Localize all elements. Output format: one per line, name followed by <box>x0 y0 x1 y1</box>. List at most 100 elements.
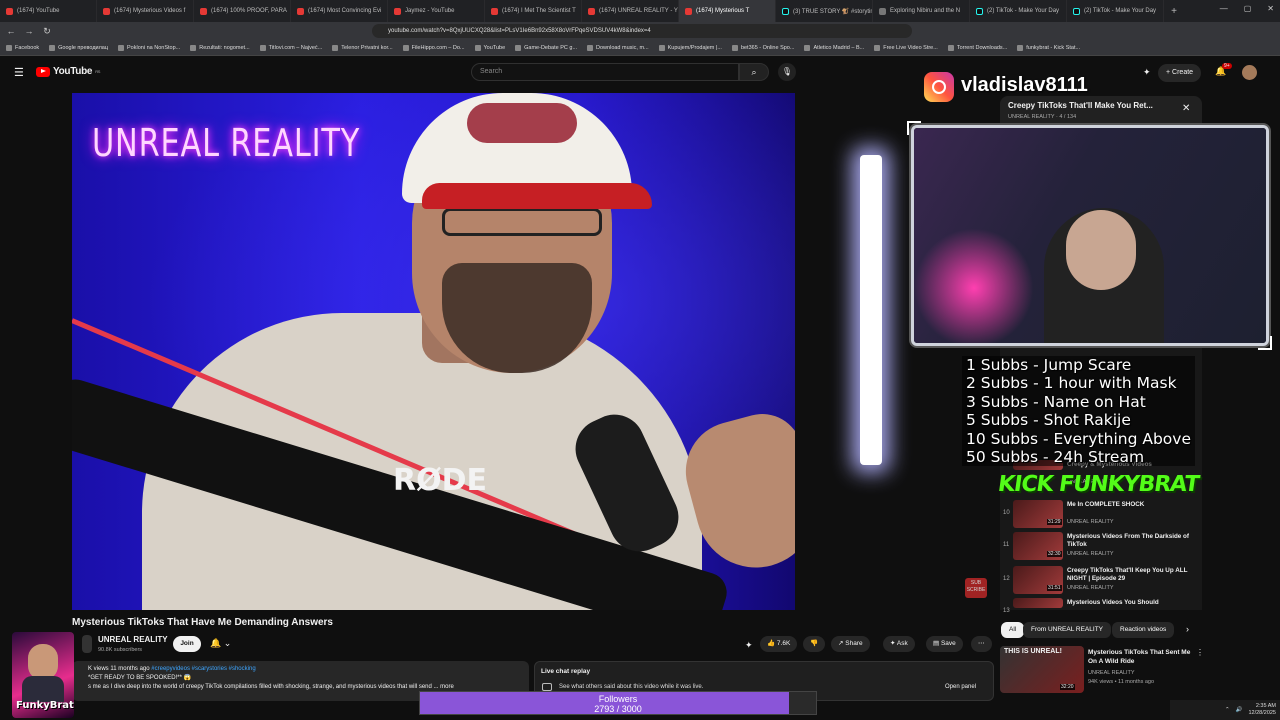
new-tab-icon[interactable]: + <box>1164 6 1184 17</box>
bookmark-item[interactable]: Pokloni na NonStop... <box>118 44 180 51</box>
playlist-duration: 31:29 <box>1047 519 1062 525</box>
browser-tab[interactable]: (2) TikTok - Make Your Day <box>1067 0 1164 22</box>
filter-chip[interactable]: From UNREAL REALITY <box>1023 622 1111 638</box>
bookmark-item[interactable]: Rezultati: nogomet... <box>190 44 250 51</box>
bookmark-item[interactable]: Torrent Downloads... <box>947 44 1007 51</box>
url-field[interactable]: youtube.com/watch?v=8QxjUUCXQ28&list=PLs… <box>372 24 912 38</box>
bookmark-item[interactable]: YouTube <box>474 44 505 51</box>
search-icon[interactable]: ⌕ <box>739 63 769 81</box>
browser-tab[interactable]: (3) TRUE STORY 🐒 #storytim <box>776 0 873 22</box>
network-icon[interactable]: ⌃ <box>1225 707 1230 713</box>
menu-icon[interactable]: ☰ <box>14 66 24 79</box>
save-button[interactable]: ▤ Save <box>926 636 963 652</box>
video-player[interactable]: UNREAL REALITY RØDE <box>72 93 795 610</box>
maximize-icon[interactable]: ▢ <box>1244 4 1252 13</box>
browser-tab[interactable]: (1674) I Met The Scientist T <box>485 0 582 22</box>
subscribe-watermark[interactable]: SUB SCRIBE <box>965 578 987 598</box>
close-icon[interactable]: ✕ <box>1182 103 1190 114</box>
recommended-video[interactable]: THIS IS UNREAL! 32:20 Mysterious TikToks… <box>1000 646 1204 696</box>
followers-label: Followers 2793 / 3000 <box>420 694 816 714</box>
playlist-duration: 31:51 <box>1047 585 1062 591</box>
avatar[interactable] <box>1242 65 1257 80</box>
browser-tab[interactable]: (1674) YouTube <box>0 0 97 22</box>
playlist-item[interactable]: 11 Mysterious Videos From The Darkside of… <box>1003 532 1199 564</box>
bookmark-item[interactable]: FileHippo.com – Do... <box>402 44 465 51</box>
bookmark-item[interactable]: Kupujem/Prodajem |... <box>658 44 722 51</box>
gem-icon[interactable]: ✦ <box>745 640 753 651</box>
filter-chip[interactable]: Reaction videos <box>1112 622 1175 638</box>
bookmark-item[interactable]: Google преводилац <box>49 44 108 51</box>
browser-tab[interactable]: (1674) UNREAL REALITY - Y <box>582 0 679 22</box>
recommended-channel[interactable]: UNREAL REALITY <box>1088 670 1135 676</box>
recommended-title[interactable]: Mysterious TikToks That Sent Me On A Wil… <box>1088 648 1196 666</box>
more-vert-icon[interactable]: ⋮ <box>1196 648 1204 657</box>
join-button[interactable]: Join <box>173 636 201 652</box>
cast-icon[interactable]: ✦ <box>1143 67 1151 78</box>
clock-time: 2:35 AM <box>1255 703 1276 709</box>
reload-icon[interactable]: ↻ <box>40 26 54 37</box>
playlist-title[interactable]: Creepy TikToks That'll Make You Ret... <box>1008 101 1174 110</box>
bookmark-item[interactable]: Game-Debate PC g... <box>515 44 577 51</box>
bookmark-label: FileHippo.com – Do... <box>411 44 465 51</box>
open-panel-button[interactable]: Open panel <box>945 684 976 690</box>
bookmark-icon <box>874 44 881 51</box>
browser-tab[interactable]: (1674) 100% PROOF, PARA <box>194 0 291 22</box>
playlist-item[interactable]: 13 Mysterious Videos You Should <box>1003 598 1199 614</box>
bookmark-label: Free Live Video Stre... <box>883 44 938 51</box>
playlist-item[interactable]: 10 Me In COMPLETE SHOCK UNREAL REALITY 31:2… <box>1003 500 1199 532</box>
tab-label: (1674) Mysterious Videos f <box>114 8 186 14</box>
bookmark-icon <box>1017 44 1024 51</box>
minimize-icon[interactable]: — <box>1220 4 1228 13</box>
channel-name[interactable]: UNREAL REALITY <box>98 635 168 644</box>
youtube-logo[interactable]: YouTube RS <box>36 66 100 77</box>
forward-icon[interactable]: → <box>22 26 36 36</box>
bookmark-icon <box>474 44 481 51</box>
view-count: K views 11 months ago <box>88 666 152 672</box>
system-clock[interactable]: 2:35 AM 12/28/2025 <box>1248 703 1276 717</box>
browser-tab[interactable]: (1674) Mysterious T <box>679 0 776 22</box>
playlist-item[interactable]: 12 Creepy TikToks That'll Keep You Up ALL… <box>1003 566 1199 598</box>
youtube-icon <box>685 7 692 15</box>
bookmark-item[interactable]: Atletico Madrid – B... <box>804 44 864 51</box>
playlist-item-title: Mysterious Videos From The Darkside of T… <box>1067 533 1190 548</box>
ask-button[interactable]: ✦ Ask <box>883 636 915 652</box>
channel-avatar[interactable] <box>82 635 92 653</box>
search-input[interactable]: Search <box>471 63 739 81</box>
volume-icon[interactable]: 🔊 <box>1236 707 1243 713</box>
filter-chip[interactable]: All <box>1001 622 1025 638</box>
cap-brim <box>422 183 652 209</box>
more-actions-button[interactable]: ⋯ <box>971 636 992 652</box>
dislike-button[interactable]: 👎 <box>803 636 826 652</box>
bookmark-item[interactable]: Free Live Video Stre... <box>874 44 938 51</box>
bookmark-item[interactable]: Telenor Privatni kor... <box>332 44 393 51</box>
microphone-icon[interactable]: 🎙 <box>778 63 796 81</box>
bell-icon[interactable]: 🔔 ⌄ <box>210 638 231 649</box>
bookmark-icon <box>731 44 738 51</box>
browser-tab[interactable]: Jaymez - YouTube <box>388 0 485 22</box>
goal-line: 5 Subbs - Shot Rakije <box>966 411 1131 430</box>
chevron-right-icon[interactable]: › <box>1186 624 1189 634</box>
bookmark-icon <box>6 44 12 51</box>
playlist-thumbnail[interactable] <box>1013 598 1063 608</box>
browser-tab[interactable]: (1674) Most Convincing Evi <box>291 0 388 22</box>
bookmark-item[interactable]: bet365 - Online Spo... <box>731 44 795 51</box>
share-button[interactable]: ↗ Share <box>831 636 870 652</box>
browser-tab[interactable]: (1674) Mysterious Videos f <box>97 0 194 22</box>
browser-tab[interactable]: (2) TikTok - Make Your Day <box>970 0 1067 22</box>
back-icon[interactable]: ← <box>4 26 18 36</box>
bookmark-item[interactable]: funkybrat - Kick Stat... <box>1017 44 1080 51</box>
create-button[interactable]: + Create <box>1158 64 1202 82</box>
browser-tab[interactable]: Exploring Nibiru and the N <box>873 0 970 22</box>
bookmark-item[interactable]: Titlovi.com – Najveć... <box>259 44 322 51</box>
close-window-icon[interactable]: ✕ <box>1267 4 1274 13</box>
like-button[interactable]: 👍 7.6K <box>760 636 798 652</box>
bookmark-item[interactable]: Facebook <box>6 44 39 51</box>
bookmark-label: bet365 - Online Spo... <box>740 44 795 51</box>
bookmark-label: Rezultati: nogomet... <box>199 44 250 51</box>
subscriber-count: 90.8K subscribers <box>98 647 143 653</box>
bookmark-item[interactable]: Download music, m... <box>587 44 649 51</box>
description-meta: K views 11 months ago #creepyvideos #sca… <box>88 665 513 674</box>
tab-label: (1674) UNREAL REALITY - Y <box>599 8 678 14</box>
region-code: RS <box>95 69 101 74</box>
hashtags[interactable]: #creepyvideos #scarystories #shocking <box>151 666 255 672</box>
